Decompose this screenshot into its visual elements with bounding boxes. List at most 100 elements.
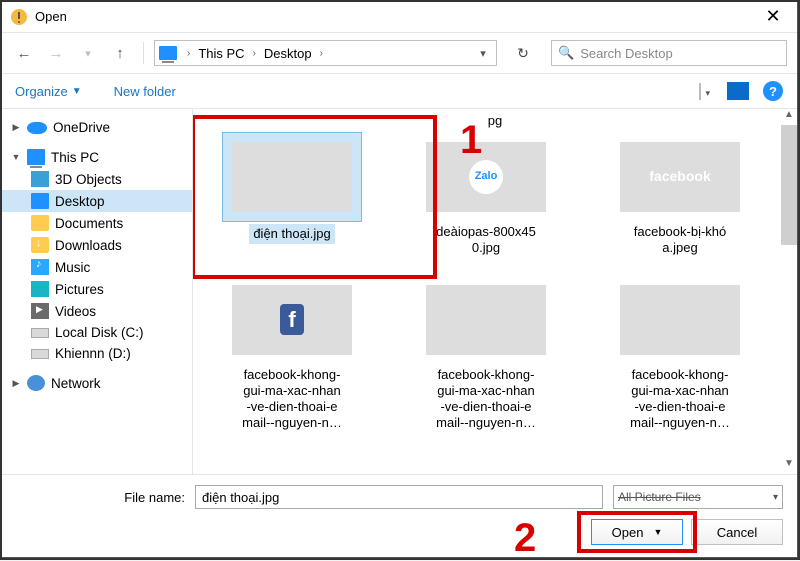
split-dropdown-icon[interactable]: ▼: [653, 527, 662, 537]
window-title: Open: [35, 9, 67, 24]
up-button[interactable]: ↑: [107, 40, 133, 66]
nav-row: ← → ▾ ↑ › This PC › Desktop › ▾ ↻ 🔍 Sear…: [1, 33, 797, 73]
thumbnail: f: [232, 285, 352, 355]
close-icon[interactable]: ✕: [757, 6, 789, 27]
address-dropdown-icon[interactable]: ▾: [474, 47, 492, 60]
pc-icon: [159, 46, 177, 60]
file-name: điện thoại.jpg: [249, 224, 334, 244]
thumbnail: Zalo: [426, 142, 546, 212]
tree-item-this-pc[interactable]: ▼ This PC: [1, 146, 192, 168]
disclosure-icon[interactable]: ▶: [11, 378, 21, 389]
search-box[interactable]: 🔍 Search Desktop: [551, 40, 787, 66]
truncated-filename-above: pg: [197, 113, 793, 128]
tree-label: 3D Objects: [55, 172, 122, 187]
file-item[interactable]: f facebook-khong- gui-ma-xac-nhan -ve-di…: [207, 275, 377, 432]
file-name: deàiopas-800x45 0.jpg: [436, 224, 536, 257]
vertical-scrollbar[interactable]: ▲ ▼: [781, 109, 797, 474]
cancel-button[interactable]: Cancel: [691, 519, 783, 545]
dialog-footer: File name: All Picture Files ▾ Open ▼ Ca…: [1, 474, 797, 557]
tree-label: Khiennn (D:): [55, 346, 131, 361]
cancel-button-label: Cancel: [717, 525, 757, 540]
tree-item-videos[interactable]: Videos: [1, 300, 192, 322]
tree-label: Downloads: [55, 238, 122, 253]
thumbnail: [426, 285, 546, 355]
address-bar[interactable]: › This PC › Desktop › ▾: [154, 40, 497, 66]
file-item[interactable]: điện thoại.jpg: [207, 132, 377, 257]
disclosure-icon[interactable]: ▶: [11, 122, 21, 133]
chevron-right-icon[interactable]: ›: [247, 48, 262, 59]
tree-label: Videos: [55, 304, 96, 319]
tree-item-onedrive[interactable]: ▶ OneDrive: [1, 117, 192, 138]
tree-label: Pictures: [55, 282, 104, 297]
view-mode-button[interactable]: [699, 83, 701, 100]
filename-label: File name:: [15, 490, 185, 505]
3d-objects-icon: [31, 171, 49, 187]
help-icon[interactable]: ?: [763, 81, 783, 101]
tree-label: Local Disk (C:): [55, 325, 144, 340]
tree-item-downloads[interactable]: Downloads: [1, 234, 192, 256]
tree-item-music[interactable]: Music: [1, 256, 192, 278]
breadcrumb-desktop[interactable]: Desktop: [262, 46, 314, 61]
filename-input[interactable]: [195, 485, 603, 509]
pictures-icon: [31, 281, 49, 297]
disk-icon: [31, 328, 49, 338]
file-item[interactable]: facebook facebook-bị-khó a.jpeg: [595, 132, 765, 257]
chevron-right-icon[interactable]: ›: [314, 48, 329, 59]
tree-item-documents[interactable]: Documents: [1, 212, 192, 234]
tree-label: This PC: [51, 150, 99, 165]
tree-label: Music: [55, 260, 90, 275]
tree-label: OneDrive: [53, 120, 110, 135]
downloads-icon: [31, 237, 49, 253]
file-name: facebook-khong- gui-ma-xac-nhan -ve-dien…: [630, 367, 730, 432]
dialog-body: ▶ OneDrive ▼ This PC 3D Objects Deskto: [1, 109, 797, 474]
organize-label: Organize: [15, 84, 68, 99]
refresh-button[interactable]: ↻: [507, 40, 539, 66]
title-bar: Open ✕: [1, 1, 797, 33]
disclosure-icon[interactable]: ▼: [11, 152, 21, 162]
nav-tree: ▶ OneDrive ▼ This PC 3D Objects Deskto: [1, 109, 193, 474]
tree-label: Documents: [55, 216, 123, 231]
tree-label: Network: [51, 376, 101, 391]
file-name: facebook-khong- gui-ma-xac-nhan -ve-dien…: [242, 367, 342, 432]
tree-item-pictures[interactable]: Pictures: [1, 278, 192, 300]
nav-separator: [143, 42, 144, 64]
preview-pane-button[interactable]: [727, 82, 749, 100]
file-item[interactable]: facebook-khong- gui-ma-xac-nhan -ve-dien…: [595, 275, 765, 432]
cloud-icon: [27, 122, 47, 134]
file-item[interactable]: facebook-khong- gui-ma-xac-nhan -ve-dien…: [401, 275, 571, 432]
search-placeholder: Search Desktop: [580, 46, 673, 61]
dialog-icon: [9, 7, 29, 27]
tree-item-network[interactable]: ▶ Network: [1, 372, 192, 394]
file-item[interactable]: Zalo deàiopas-800x45 0.jpg: [401, 132, 571, 257]
tree-item-local-disk-d[interactable]: Khiennn (D:): [1, 343, 192, 364]
music-icon: [31, 259, 49, 275]
tree-item-desktop[interactable]: Desktop: [1, 190, 192, 212]
filetype-filter[interactable]: All Picture Files ▾: [613, 485, 783, 509]
filter-label: All Picture Files: [618, 490, 701, 504]
thumbnail: facebook: [620, 142, 740, 212]
tree-label: Desktop: [55, 194, 105, 209]
disk-icon: [31, 349, 49, 359]
search-icon: 🔍: [558, 45, 574, 61]
back-button[interactable]: ←: [11, 40, 37, 66]
open-button[interactable]: Open ▼: [591, 519, 683, 545]
tree-item-local-disk-c[interactable]: Local Disk (C:): [1, 322, 192, 343]
tree-item-3d-objects[interactable]: 3D Objects: [1, 168, 192, 190]
folder-icon: [31, 215, 49, 231]
file-name: facebook-khong- gui-ma-xac-nhan -ve-dien…: [436, 367, 536, 432]
forward-button[interactable]: →: [43, 40, 69, 66]
organize-menu[interactable]: Organize ▼: [15, 84, 82, 99]
recent-locations-dropdown[interactable]: ▾: [75, 40, 101, 66]
open-button-label: Open: [612, 525, 644, 540]
videos-icon: [31, 303, 49, 319]
new-folder-button[interactable]: New folder: [114, 84, 176, 99]
chevron-down-icon: ▾: [773, 492, 778, 503]
file-pane[interactable]: pg điện thoại.jpg Zalo deàiopas-800x45 0…: [193, 109, 797, 474]
pc-icon: [27, 149, 45, 165]
toolbar: Organize ▼ New folder ?: [1, 73, 797, 109]
open-dialog: Open ✕ ← → ▾ ↑ › This PC › Desktop › ▾ ↻…: [0, 0, 798, 558]
chevron-down-icon: ▼: [72, 86, 82, 97]
breadcrumb-this-pc[interactable]: This PC: [196, 46, 246, 61]
chevron-right-icon[interactable]: ›: [181, 48, 196, 59]
network-icon: [27, 375, 45, 391]
